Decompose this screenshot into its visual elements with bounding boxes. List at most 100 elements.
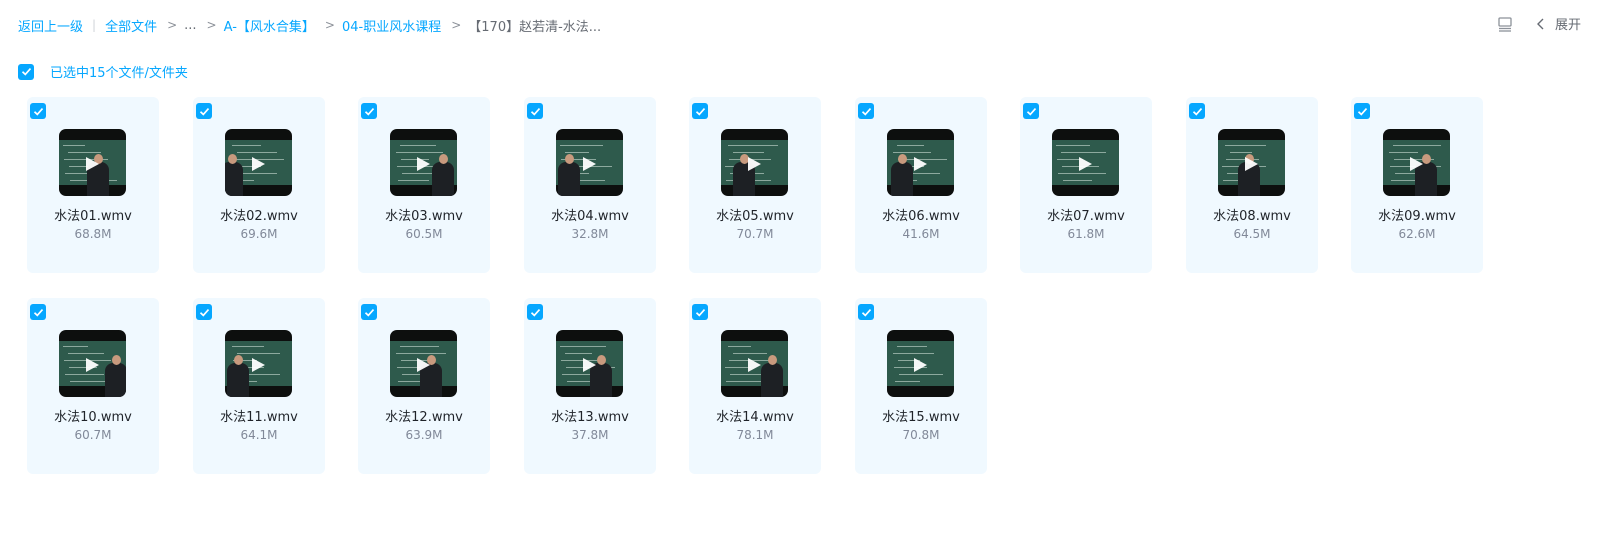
breadcrumb-divider: | xyxy=(92,18,97,32)
chevron-right-icon: > xyxy=(206,18,217,32)
chalk-line xyxy=(68,152,101,153)
file-checkbox[interactable] xyxy=(361,103,377,119)
back-link[interactable]: 返回上一级 xyxy=(18,16,83,35)
file-size: 60.7M xyxy=(74,428,112,442)
video-thumbnail[interactable] xyxy=(1052,129,1119,196)
file-card[interactable]: 水法09.wmv 62.6M xyxy=(1351,97,1483,273)
video-thumbnail[interactable] xyxy=(225,129,292,196)
file-checkbox[interactable] xyxy=(196,304,212,320)
chalk-line xyxy=(232,346,264,347)
chevron-right-icon: > xyxy=(324,18,335,32)
file-checkbox[interactable] xyxy=(527,103,543,119)
file-size: 68.8M xyxy=(74,227,112,241)
list-view-icon[interactable] xyxy=(1496,15,1514,33)
file-card[interactable]: 水法10.wmv 60.7M xyxy=(27,298,159,474)
chalk-line xyxy=(1061,152,1106,153)
video-thumbnail[interactable] xyxy=(1218,129,1285,196)
file-card[interactable]: 水法12.wmv 63.9M xyxy=(358,298,490,474)
file-card[interactable]: 水法04.wmv 32.8M xyxy=(524,97,656,273)
chalk-line xyxy=(63,346,88,347)
file-card[interactable]: 水法06.wmv 41.6M xyxy=(855,97,987,273)
video-thumbnail[interactable] xyxy=(1383,129,1450,196)
file-name[interactable]: 水法09.wmv xyxy=(1351,205,1483,224)
file-card[interactable]: 水法05.wmv 70.7M xyxy=(689,97,821,273)
video-thumbnail[interactable] xyxy=(59,129,126,196)
file-checkbox[interactable] xyxy=(692,103,708,119)
file-card[interactable]: 水法14.wmv 78.1M xyxy=(689,298,821,474)
chalk-line xyxy=(398,180,429,181)
file-checkbox[interactable] xyxy=(1354,103,1370,119)
file-checkbox[interactable] xyxy=(1189,103,1205,119)
lecturer-head xyxy=(1422,154,1431,164)
chalk-line xyxy=(893,152,931,153)
file-card[interactable]: 水法02.wmv 69.6M xyxy=(193,97,325,273)
file-checkbox[interactable] xyxy=(858,103,874,119)
file-name[interactable]: 水法10.wmv xyxy=(27,406,159,425)
file-name[interactable]: 水法03.wmv xyxy=(358,205,490,224)
chalk-line xyxy=(232,145,261,146)
file-checkbox[interactable] xyxy=(527,304,543,320)
file-name[interactable]: 水法01.wmv xyxy=(27,205,159,224)
file-name[interactable]: 水法14.wmv xyxy=(689,406,821,425)
file-card[interactable]: 水法01.wmv 68.8M xyxy=(27,97,159,273)
file-name[interactable]: 水法05.wmv xyxy=(689,205,821,224)
video-thumbnail[interactable] xyxy=(887,330,954,397)
lecturer-head xyxy=(439,154,448,164)
video-thumbnail[interactable] xyxy=(721,330,788,397)
check-icon xyxy=(364,107,374,116)
file-name[interactable]: 水法12.wmv xyxy=(358,406,490,425)
video-thumbnail[interactable] xyxy=(556,129,623,196)
lecturer-head xyxy=(228,154,237,164)
file-name[interactable]: 水法04.wmv xyxy=(524,205,656,224)
chalk-line xyxy=(1389,152,1418,153)
breadcrumb-folder-course[interactable]: 04-职业风水课程 xyxy=(342,16,441,35)
file-card[interactable]: 水法03.wmv 60.5M xyxy=(358,97,490,273)
file-checkbox[interactable] xyxy=(361,304,377,320)
file-name[interactable]: 水法11.wmv xyxy=(193,406,325,425)
expand-button[interactable]: 展开 xyxy=(1536,14,1581,33)
chalk-line xyxy=(728,346,751,347)
chalk-line xyxy=(895,381,920,382)
check-icon xyxy=(861,308,871,317)
video-thumbnail[interactable] xyxy=(225,330,292,397)
chalk-line xyxy=(1393,145,1441,146)
breadcrumb-all-files[interactable]: 全部文件 xyxy=(105,16,157,35)
file-size: 64.1M xyxy=(240,428,278,442)
lecturer-head xyxy=(112,355,121,365)
file-card[interactable]: 水法13.wmv 37.8M xyxy=(524,298,656,474)
breadcrumb-ellipsis[interactable]: ... xyxy=(184,18,196,33)
chalk-line xyxy=(897,145,924,146)
file-name[interactable]: 水法13.wmv xyxy=(524,406,656,425)
file-name[interactable]: 水法06.wmv xyxy=(855,205,987,224)
video-thumbnail[interactable] xyxy=(390,330,457,397)
file-checkbox[interactable] xyxy=(196,103,212,119)
lecturer-head xyxy=(565,154,574,164)
file-checkbox[interactable] xyxy=(858,304,874,320)
file-checkbox[interactable] xyxy=(1023,103,1039,119)
video-thumbnail[interactable] xyxy=(887,129,954,196)
file-card[interactable]: 水法11.wmv 64.1M xyxy=(193,298,325,474)
file-checkbox[interactable] xyxy=(692,304,708,320)
select-all-checkbox[interactable] xyxy=(18,63,34,80)
file-name[interactable]: 水法02.wmv xyxy=(193,205,325,224)
file-card[interactable]: 水法08.wmv 64.5M xyxy=(1186,97,1318,273)
chevron-left-icon xyxy=(1536,18,1544,29)
file-name[interactable]: 水法07.wmv xyxy=(1020,205,1152,224)
check-icon xyxy=(1192,107,1202,116)
chalk-line xyxy=(893,353,934,354)
check-icon xyxy=(530,107,540,116)
video-thumbnail[interactable] xyxy=(390,129,457,196)
lecturer-figure xyxy=(761,363,783,397)
breadcrumb-folder-fengshui[interactable]: A-【风水合集】 xyxy=(224,16,315,35)
file-name[interactable]: 水法15.wmv xyxy=(855,406,987,425)
file-name[interactable]: 水法08.wmv xyxy=(1186,205,1318,224)
video-thumbnail[interactable] xyxy=(721,129,788,196)
chalk-line xyxy=(560,346,606,347)
file-checkbox[interactable] xyxy=(30,304,46,320)
video-thumbnail[interactable] xyxy=(556,330,623,397)
video-thumbnail[interactable] xyxy=(59,330,126,397)
file-card[interactable]: 水法07.wmv 61.8M xyxy=(1020,97,1152,273)
file-card[interactable]: 水法15.wmv 70.8M xyxy=(855,298,987,474)
file-checkbox[interactable] xyxy=(30,103,46,119)
play-icon xyxy=(252,358,265,372)
